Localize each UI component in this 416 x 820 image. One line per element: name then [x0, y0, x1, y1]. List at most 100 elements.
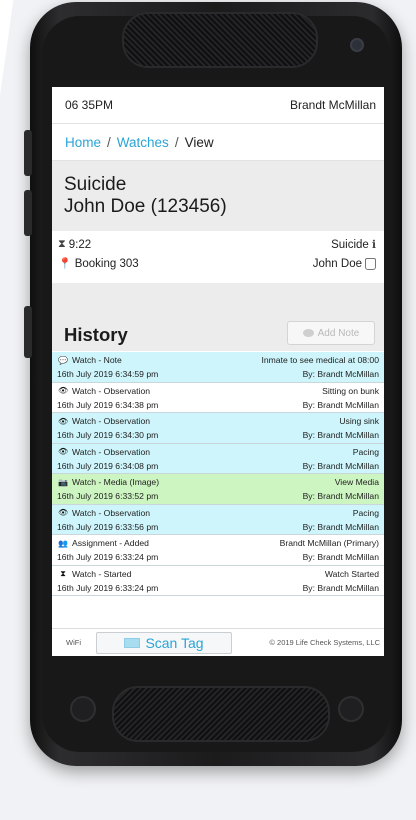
hourglass-icon: ⧗	[60, 568, 66, 578]
bottom-speaker-grill	[112, 686, 330, 742]
entry-timestamp: 16th July 2019 6:34:30 pm	[57, 430, 159, 440]
watch-location: Booking 303	[74, 257, 139, 270]
entry-title: Watch - Observation	[72, 416, 151, 426]
entry-detail[interactable]: View Media	[335, 477, 379, 487]
breadcrumb-watches[interactable]: Watches	[117, 135, 169, 150]
entry-bottom-row: 16th July 2019 6:33:24 pm By: Brandt McMi…	[57, 550, 379, 564]
entry-top-row: 👁 Watch - Observation Pacing	[57, 445, 379, 459]
entry-author: By: Brandt McMillan	[302, 582, 379, 593]
breadcrumb-separator: /	[107, 134, 111, 150]
add-note-label: Add Note	[317, 327, 360, 339]
entry-top-row: 💬 Watch - Note Inmate to see medical at 08…	[57, 353, 379, 367]
earpiece-grill	[122, 12, 318, 68]
history-entry[interactable]: 👥 Assignment - Added Brandt McMillan (Prim…	[52, 535, 384, 566]
app-screen: 06 35PM Brandt McMillan Home / Watches /…	[52, 87, 384, 656]
entry-top-row: 👁 Watch - Observation Using sink	[57, 414, 379, 428]
entry-timestamp: 16th July 2019 6:33:52 pm	[57, 491, 159, 501]
history-entry[interactable]: ⧗ Watch - Started Watch Started 16th July 2…	[52, 565, 384, 596]
entry-bottom-row: 16th July 2019 6:34:08 pm By: Brandt McMi…	[57, 459, 379, 473]
watch-info: ⧗ 9:22 Suicide ℹ 📍 Booking 303 John Doe	[52, 231, 384, 279]
watch-type-title: Suicide	[64, 174, 127, 195]
entry-bottom-row: 16th July 2019 6:33:24 pm By: Brandt McMi…	[57, 581, 379, 595]
breadcrumb-current: View	[184, 134, 214, 150]
entry-title-wrap: 👁 Watch - Observation	[57, 447, 150, 457]
front-camera	[350, 38, 364, 52]
entry-timestamp: 16th July 2019 6:34:08 pm	[57, 460, 159, 471]
entry-detail: Inmate to see medical at 08:00	[261, 355, 379, 365]
history-entry[interactable]: 👁 Watch - Observation Pacing 16th July 2019…	[52, 443, 384, 474]
entry-title-wrap: 👥 Assignment - Added	[57, 538, 149, 548]
history-title: History	[64, 324, 128, 345]
entry-timestamp: 16th July 2019 6:33:24 pm	[57, 552, 159, 562]
entry-top-row: 👥 Assignment - Added Brandt McMillan (Prim…	[57, 536, 379, 550]
history-entry[interactable]: 💬 Watch - Note Inmate to see medical at 08…	[52, 352, 384, 383]
entry-title: Watch - Observation	[72, 507, 151, 518]
map-pin-icon: 📍	[58, 258, 72, 270]
entry-author: By: Brandt McMillan	[302, 399, 379, 410]
eye-icon: 👁	[58, 508, 69, 517]
entry-title-wrap: 💬 Watch - Note	[57, 355, 122, 365]
watch-header: Suicide John Doe (123456)	[52, 161, 384, 231]
entry-bottom-row: 16th July 2019 6:33:52 pm By: Brandt McMi…	[57, 489, 379, 503]
entry-author: By: Brandt McMillan	[302, 552, 379, 562]
footer: WiFi Scan Tag © 2019 Life Check Systems,…	[52, 628, 384, 656]
entry-bottom-row: 16th July 2019 6:34:38 pm By: Brandt McMi…	[57, 398, 379, 412]
status-user[interactable]: Brandt McMillan	[290, 98, 376, 112]
volume-down-key	[24, 190, 32, 236]
wifi-status: WiFi	[66, 638, 81, 647]
eye-icon: 👁	[58, 386, 69, 395]
camera-icon: 📷	[58, 477, 68, 487]
entry-title: Assignment - Added	[72, 538, 149, 548]
entry-title: Watch - Media (Image)	[72, 477, 160, 487]
history-entry[interactable]: 📷 Watch - Media (Image) View Media 16th Jul…	[52, 474, 384, 505]
breadcrumb: Home / Watches / View	[52, 123, 384, 161]
entry-top-row: 📷 Watch - Media (Image) View Media	[57, 475, 379, 489]
history-entry[interactable]: 👁 Watch - Observation Pacing 16th July 2019…	[52, 504, 384, 535]
comment-icon	[302, 329, 314, 337]
watch-timer: 9:22	[68, 238, 92, 251]
entry-title: Watch - Observation	[72, 385, 151, 396]
entry-author: By: Brandt McMillan	[302, 460, 379, 471]
history-entry[interactable]: 👁 Watch - Observation Sitting on bunk 16th …	[52, 382, 384, 413]
volume-up-key	[24, 130, 32, 176]
add-note-button[interactable]: Add Note	[287, 321, 375, 345]
copyright: © 2019 Life Check Systems, LLC	[269, 638, 380, 647]
right-button	[338, 696, 364, 722]
entry-title-wrap: 📷 Watch - Media (Image)	[57, 477, 159, 487]
breadcrumb-separator: /	[174, 134, 179, 150]
entry-author: By: Brandt McMillan	[302, 521, 379, 532]
note-icon: 💬	[58, 355, 68, 365]
entry-author: By: Brandt McMillan	[302, 491, 379, 501]
entry-timestamp: 16th July 2019 6:34:38 pm	[57, 399, 159, 410]
entry-top-row: 👁 Watch - Observation Sitting on bunk	[57, 384, 379, 398]
watch-type-label: Suicide	[331, 238, 369, 251]
user-icon	[365, 257, 376, 270]
entry-bottom-row: 16th July 2019 6:34:30 pm By: Brandt McMi…	[57, 428, 379, 442]
entry-detail: Using sink	[339, 416, 379, 426]
side-key	[24, 306, 32, 358]
history-entry[interactable]: 👁 Watch - Observation Using sink 16th July …	[52, 413, 384, 444]
entry-detail: Pacing	[352, 507, 379, 518]
left-button	[70, 696, 96, 722]
entry-title-wrap: 👁 Watch - Observation	[57, 416, 150, 426]
entry-timestamp: 16th July 2019 6:33:24 pm	[57, 582, 159, 593]
history-header: History Add Note	[52, 283, 384, 351]
scan-tag-button[interactable]: Scan Tag	[96, 631, 232, 654]
entry-title: Watch - Observation	[72, 446, 151, 457]
scan-icon	[124, 637, 141, 648]
entry-title-wrap: ⧗ Watch - Started	[57, 569, 131, 579]
breadcrumb-home[interactable]: Home	[65, 135, 101, 150]
hourglass-icon: ⧗	[58, 238, 66, 250]
entry-timestamp: 16th July 2019 6:33:56 pm	[57, 521, 159, 532]
eye-icon: 👁	[58, 447, 69, 456]
entry-title: Watch - Note	[72, 355, 122, 365]
watch-inmate-title: John Doe (123456)	[64, 196, 227, 217]
entry-detail: Sitting on bunk	[322, 385, 379, 396]
entry-top-row: 👁 Watch - Observation Pacing	[57, 506, 379, 520]
info-icon[interactable]: ℹ	[372, 238, 376, 251]
entry-title-wrap: 👁 Watch - Observation	[57, 508, 150, 518]
watch-inmate-name[interactable]: John Doe	[313, 258, 362, 270]
entry-detail: Pacing	[352, 446, 379, 457]
status-bar: 06 35PM Brandt McMillan	[52, 87, 384, 123]
info-row: 📍 Booking 303 John Doe	[58, 254, 376, 273]
